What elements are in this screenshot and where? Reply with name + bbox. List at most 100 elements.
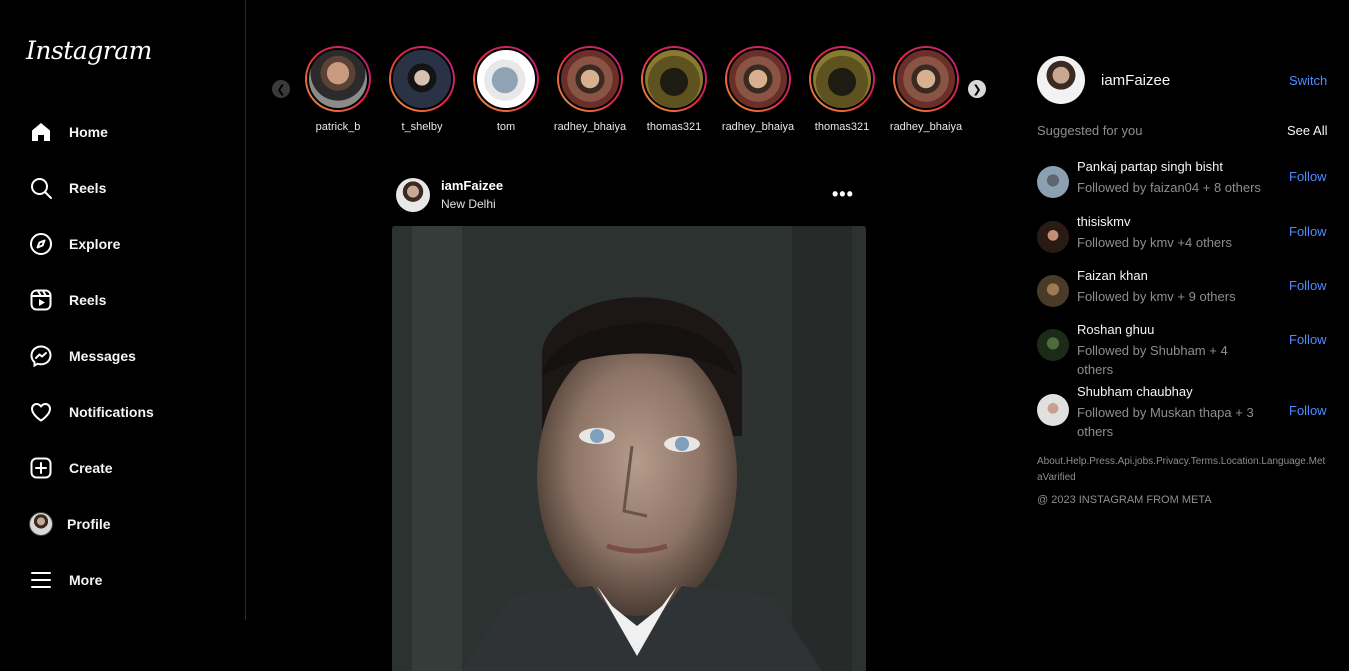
avatar[interactable] <box>1037 275 1069 307</box>
suggestion-subtitle: Followed by faizan04 + 8 others <box>1077 180 1261 195</box>
story-ring <box>473 46 539 112</box>
instagram-logo[interactable]: Instagram <box>26 36 152 65</box>
nav-messages-label: Messages <box>69 348 136 364</box>
suggestion-name[interactable]: Shubham chaubhay <box>1077 384 1193 399</box>
footer-links[interactable]: About.Help.Press.Api.jobs.Privacy.Terms.… <box>1037 454 1329 486</box>
current-user-avatar[interactable] <box>1037 56 1085 104</box>
nav-create[interactable]: Create <box>28 452 228 484</box>
story-avatar <box>811 48 873 110</box>
switch-account-button[interactable]: Switch <box>1289 73 1327 88</box>
hamburger-icon <box>28 567 54 593</box>
avatar <box>29 512 53 536</box>
post-username[interactable]: iamFaizee <box>441 178 503 193</box>
avatar[interactable] <box>1037 221 1069 253</box>
compass-icon <box>28 231 54 257</box>
story-item[interactable]: thomas321 <box>800 46 884 133</box>
nav-notifications-label: Notifications <box>69 404 154 420</box>
story-avatar <box>391 48 453 110</box>
story-item[interactable]: radhey_bhaiya <box>548 46 632 133</box>
story-avatar <box>307 48 369 110</box>
story-item[interactable]: radhey_bhaiya <box>716 46 800 133</box>
chevron-left-icon: ❮ <box>276 83 286 96</box>
story-username: radhey_bhaiya <box>721 121 795 133</box>
stories-next-button[interactable]: ❯ <box>968 80 986 98</box>
nav-messages[interactable]: Messages <box>28 340 228 372</box>
story-avatar <box>475 48 537 110</box>
see-all-button[interactable]: See All <box>1287 123 1327 138</box>
story-item[interactable]: patrick_b <box>296 46 380 133</box>
story-username: thomas321 <box>814 121 870 133</box>
follow-button[interactable]: Follow <box>1289 403 1327 418</box>
follow-button[interactable]: Follow <box>1289 224 1327 239</box>
story-ring <box>389 46 455 112</box>
post-image[interactable] <box>392 226 866 671</box>
suggestion-subtitle: Followed by kmv +4 others <box>1077 235 1232 250</box>
avatar[interactable] <box>1037 394 1069 426</box>
suggestion-name[interactable]: Roshan ghuu <box>1077 322 1154 337</box>
nav-home-label: Home <box>69 124 108 140</box>
story-username: tom <box>496 121 516 133</box>
follow-button[interactable]: Follow <box>1289 278 1327 293</box>
chevron-right-icon: ❯ <box>972 83 982 96</box>
nav-search[interactable]: Reels <box>28 172 228 204</box>
story-avatar <box>727 48 789 110</box>
nav-profile[interactable]: Profile <box>28 508 228 540</box>
messenger-icon <box>28 343 54 369</box>
nav-more[interactable]: More <box>28 564 228 596</box>
story-ring <box>893 46 959 112</box>
follow-button[interactable]: Follow <box>1289 332 1327 347</box>
story-item[interactable]: t_shelby <box>380 46 464 133</box>
instagram-app: Instagram Home Reels Explore Reels Messa… <box>0 0 1349 671</box>
suggestion-subtitle: Followed by kmv + 9 others <box>1077 289 1236 304</box>
story-item[interactable]: tom <box>464 46 548 133</box>
post-location[interactable]: New Delhi <box>441 197 496 211</box>
nav-notifications[interactable]: Notifications <box>28 396 228 428</box>
portrait-photo <box>392 226 866 671</box>
post-header: iamFaizee New Delhi ••• <box>396 178 856 214</box>
nav-search-label: Reels <box>69 180 107 196</box>
more-options-icon[interactable]: ••• <box>832 184 854 205</box>
follow-button[interactable]: Follow <box>1289 169 1327 184</box>
stories-prev-button[interactable]: ❮ <box>272 80 290 98</box>
story-ring <box>809 46 875 112</box>
story-avatar <box>895 48 957 110</box>
heart-icon <box>28 399 54 425</box>
story-item[interactable]: radhey_bhaiya <box>884 46 968 133</box>
current-user-name[interactable]: iamFaizee <box>1101 72 1170 89</box>
post-author-avatar[interactable] <box>396 178 430 212</box>
nav-create-label: Create <box>69 460 113 476</box>
sidebar: Instagram Home Reels Explore Reels Messa… <box>0 0 246 620</box>
story-avatar <box>643 48 705 110</box>
nav-reels[interactable]: Reels <box>28 284 228 316</box>
story-username: thomas321 <box>646 121 702 133</box>
story-ring <box>305 46 371 112</box>
suggestion-name[interactable]: thisiskmv <box>1077 214 1130 229</box>
story-ring <box>557 46 623 112</box>
copyright: @ 2023 INSTAGRAM FROM META <box>1037 494 1212 506</box>
nav-explore[interactable]: Explore <box>28 228 228 260</box>
avatar[interactable] <box>1037 329 1069 361</box>
nav-more-label: More <box>69 572 103 588</box>
suggestion-subtitle: Followed by Shubham + 4 others <box>1077 343 1228 377</box>
story-username: patrick_b <box>315 121 361 133</box>
story-username: radhey_bhaiya <box>553 121 627 133</box>
nav-profile-label: Profile <box>67 516 111 532</box>
search-icon <box>28 175 54 201</box>
avatar[interactable] <box>1037 166 1069 198</box>
story-item[interactable]: thomas321 <box>632 46 716 133</box>
nav-home[interactable]: Home <box>28 116 228 148</box>
story-ring <box>725 46 791 112</box>
home-icon <box>28 119 54 145</box>
suggestion-name[interactable]: Faizan khan <box>1077 268 1148 283</box>
suggestion-subtitle: Followed by Muskan thapa + 3 others <box>1077 405 1254 439</box>
nav-explore-label: Explore <box>69 236 121 252</box>
plus-square-icon <box>28 455 54 481</box>
suggestion-name[interactable]: Pankaj partap singh bisht <box>1077 159 1223 174</box>
reels-icon <box>28 287 54 313</box>
suggested-heading: Suggested for you <box>1037 123 1143 138</box>
story-username: radhey_bhaiya <box>889 121 963 133</box>
nav-reels-label: Reels <box>69 292 107 308</box>
story-ring <box>641 46 707 112</box>
profile-avatar-wrapper <box>28 511 54 537</box>
story-username: t_shelby <box>401 121 443 133</box>
